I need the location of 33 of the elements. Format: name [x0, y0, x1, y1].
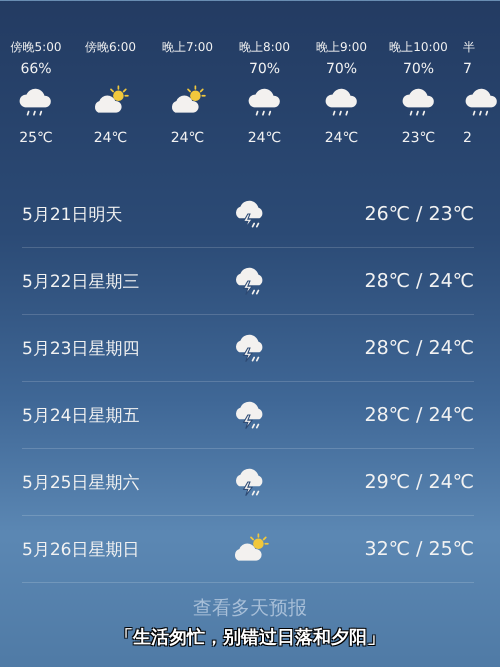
- day-date: 5月22日星期三: [22, 270, 140, 292]
- hour-time: 傍晚5:00: [10, 39, 62, 56]
- temperature-range: 29℃ / 24℃: [364, 471, 474, 493]
- hour-temperature: 24℃: [324, 130, 358, 146]
- hour-temperature: 23℃: [402, 130, 436, 146]
- hour-time: 晚上7:00: [162, 39, 213, 56]
- caption-subtitle: 「生活匆忙，别错过日落和夕阳」: [115, 626, 385, 649]
- day-date: 5月26日星期日: [22, 538, 140, 560]
- hour-time: 半: [463, 39, 475, 56]
- day-date: 5月25日星期六: [22, 472, 140, 494]
- precipitation-chance: 70%: [402, 61, 434, 77]
- precipitation-chance: 66%: [20, 61, 52, 77]
- hour-temperature: 24℃: [248, 130, 282, 146]
- hour-temperature: 2: [463, 130, 472, 146]
- temperature-range: 28℃ / 24℃: [364, 404, 474, 426]
- precipitation-chance: 70%: [326, 61, 358, 77]
- day-date: 5月23日星期四: [22, 338, 140, 360]
- day-date: 5月21日明天: [22, 204, 124, 226]
- day-date: 5月24日星期五: [22, 404, 140, 426]
- temperature-range: 28℃ / 24℃: [364, 270, 474, 292]
- hour-time: 晚上8:00: [239, 39, 290, 56]
- temperature-range: 26℃ / 23℃: [364, 203, 474, 225]
- hour-time: 晚上9:00: [316, 39, 367, 56]
- temperature-range: 32℃ / 25℃: [364, 538, 474, 560]
- hour-time: 傍晚6:00: [85, 39, 136, 56]
- precipitation-chance: 7: [463, 61, 472, 77]
- temperature-range: 28℃ / 24℃: [364, 337, 474, 359]
- hour-temperature: 24℃: [94, 130, 128, 146]
- hour-temperature: 25℃: [19, 130, 53, 146]
- more-days-forecast-link[interactable]: 查看多天预报: [193, 595, 307, 621]
- hour-temperature: 24℃: [170, 130, 204, 146]
- hour-time: 晚上10:00: [389, 39, 448, 56]
- precipitation-chance: 70%: [248, 61, 280, 77]
